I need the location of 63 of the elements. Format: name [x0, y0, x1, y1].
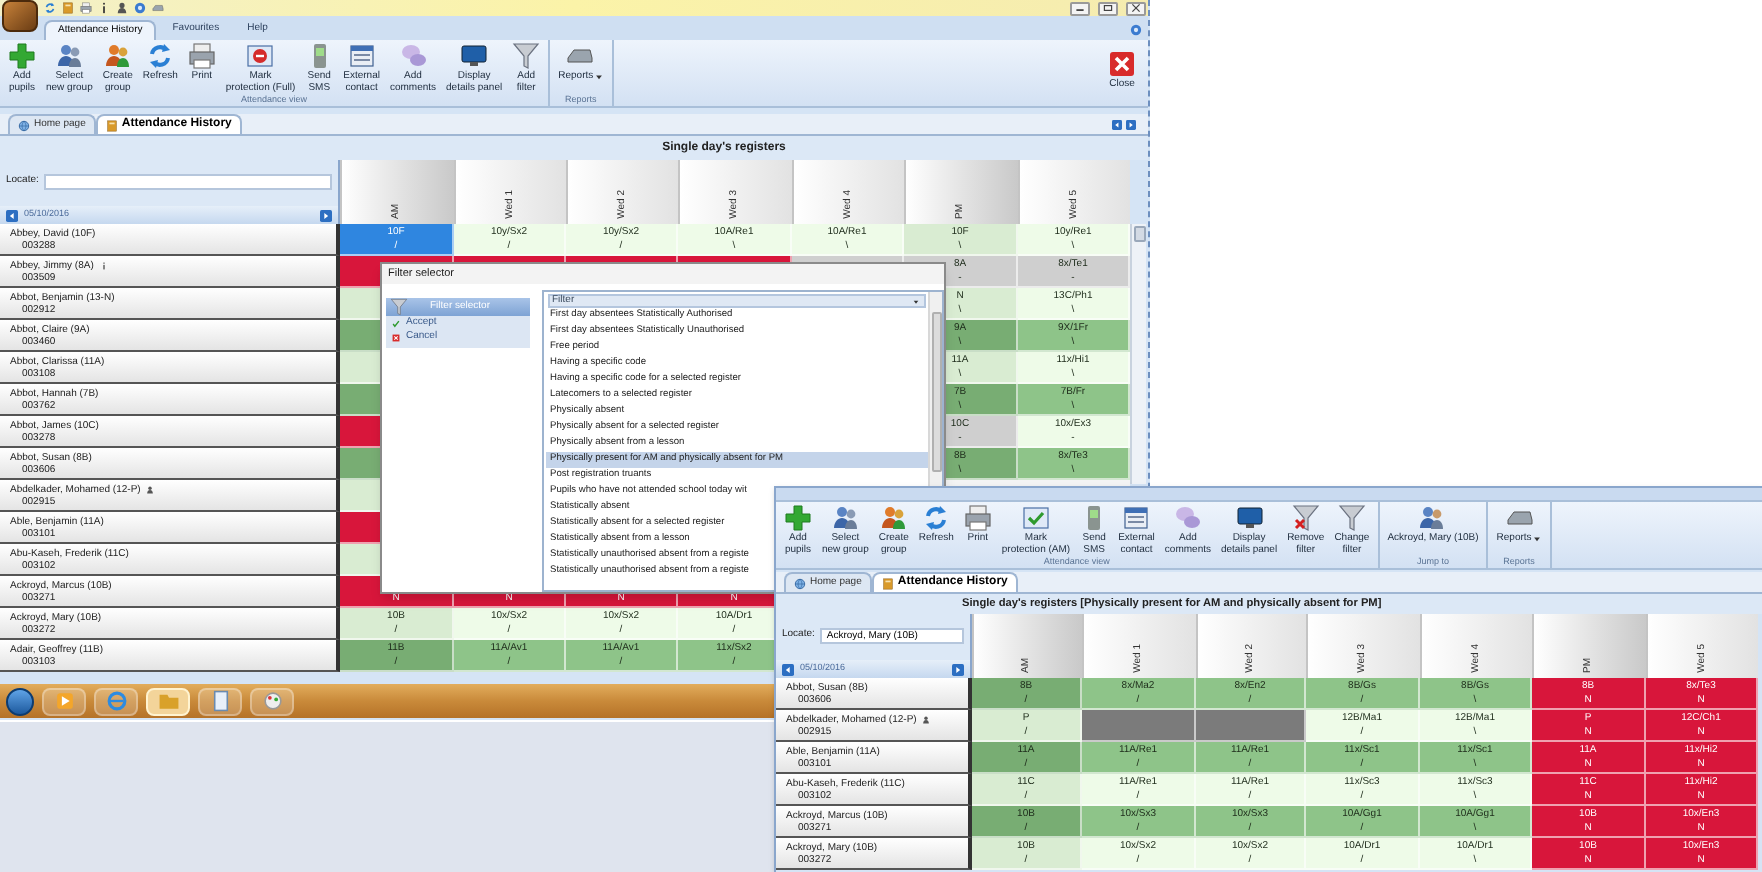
- person-icon[interactable]: [116, 2, 128, 14]
- people-icon: [55, 42, 84, 70]
- refresh-icon[interactable]: [44, 2, 56, 14]
- help-icon[interactable]: [134, 2, 146, 14]
- funnel-icon: [1291, 504, 1320, 532]
- folder-icon: [157, 690, 179, 712]
- refresh-icon: [146, 42, 175, 70]
- checkmark-icon: [392, 319, 400, 327]
- scrollbar-thumb[interactable]: [931, 312, 941, 472]
- stop-sign-icon: [246, 42, 275, 70]
- window-icon: [1122, 504, 1151, 532]
- book-icon: [105, 119, 118, 131]
- monitor-icon: [460, 42, 489, 70]
- book-icon[interactable]: [62, 2, 74, 14]
- info-icon[interactable]: [98, 2, 110, 14]
- minimize-icon: [1074, 4, 1086, 12]
- locate-field[interactable]: [44, 173, 332, 189]
- media-player-icon: [53, 690, 75, 712]
- checkmark-icon: [1021, 504, 1050, 532]
- left-arrow-icon[interactable]: [6, 209, 18, 221]
- start-button[interactable]: [6, 687, 34, 715]
- scrollbar[interactable]: [928, 292, 942, 488]
- close-icon: [1130, 4, 1142, 12]
- plus-icon: [8, 42, 36, 70]
- maximize-button[interactable]: [1098, 1, 1118, 15]
- help-icon[interactable]: [1130, 24, 1142, 36]
- funnel-icon: [390, 298, 408, 316]
- people-icon: [103, 42, 132, 70]
- right-arrow-icon[interactable]: [952, 663, 964, 675]
- caret-icon: [1531, 534, 1542, 544]
- printer-icon: [963, 504, 992, 532]
- people-icon: [1418, 504, 1447, 532]
- printer-icon[interactable]: [80, 2, 92, 14]
- left-arrow-icon[interactable]: [782, 663, 794, 675]
- people-icon: [831, 504, 860, 532]
- plus-icon: [784, 504, 812, 532]
- maximize-icon: [1102, 4, 1114, 12]
- notepad-icon: [209, 690, 231, 712]
- taskbar-button[interactable]: [146, 687, 190, 715]
- caret-icon: [912, 297, 920, 305]
- scrollbar[interactable]: [1130, 224, 1146, 484]
- speech-bubble-icon: [1173, 504, 1202, 532]
- browser-icon: [105, 690, 127, 712]
- book-icon: [881, 577, 894, 589]
- printer-icon: [187, 42, 216, 70]
- app-icon[interactable]: [2, 0, 38, 32]
- people-icon: [879, 504, 908, 532]
- close-button[interactable]: [1126, 1, 1146, 15]
- close-icon: [392, 333, 400, 341]
- speech-bubble-icon: [399, 42, 427, 70]
- right-arrow-icon[interactable]: [1126, 120, 1136, 130]
- left-arrow-icon[interactable]: [1112, 120, 1122, 130]
- right-arrow-icon[interactable]: [320, 209, 332, 221]
- refresh-icon: [922, 504, 951, 532]
- window-icon: [347, 42, 376, 70]
- monitor-icon: [1235, 504, 1264, 532]
- paint-icon: [261, 690, 283, 712]
- scrollbar-thumb[interactable]: [1133, 226, 1145, 242]
- caret-icon: [593, 72, 604, 82]
- globe-icon: [18, 119, 30, 131]
- globe-icon: [794, 577, 806, 589]
- minimize-button[interactable]: [1070, 1, 1090, 15]
- close-icon: [1108, 50, 1136, 78]
